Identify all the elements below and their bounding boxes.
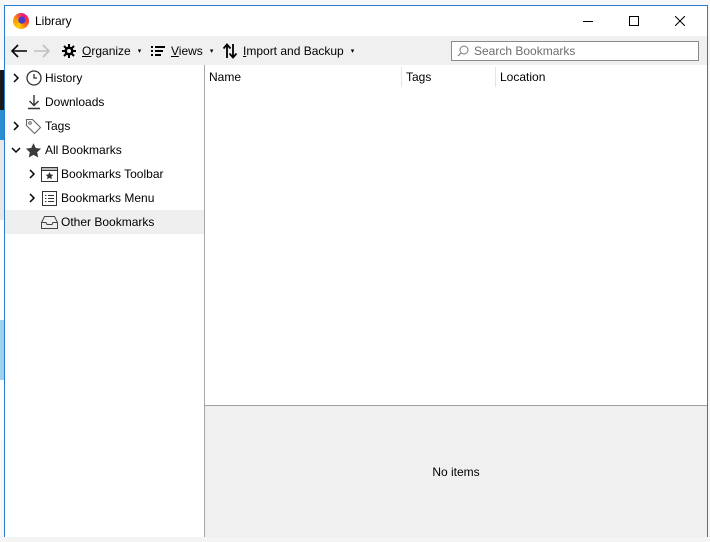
chevron-right-icon[interactable] xyxy=(11,73,21,83)
column-header-tags[interactable]: Tags xyxy=(402,65,495,89)
import-export-icon xyxy=(222,43,238,59)
minimize-button[interactable] xyxy=(565,6,611,36)
sidebar-item-bookmarks-menu[interactable]: Bookmarks Menu xyxy=(5,186,204,210)
bookmarks-content: Name Tags Location No items xyxy=(205,65,707,537)
sidebar-item-label: All Bookmarks xyxy=(45,143,122,157)
background-desktop-bottom xyxy=(0,537,710,542)
chevron-right-icon[interactable] xyxy=(27,169,37,179)
bookmarks-list[interactable] xyxy=(205,89,707,405)
details-pane: No items xyxy=(205,405,707,537)
chevron-down-icon[interactable] xyxy=(11,145,21,155)
download-icon xyxy=(25,94,42,111)
places-sidebar: History Downloads Tags All Bookmarks Boo… xyxy=(5,65,205,537)
bookmarks-menu-icon xyxy=(41,190,58,207)
sidebar-item-label: Tags xyxy=(45,119,71,133)
sidebar-item-label: History xyxy=(45,71,83,85)
sidebar-item-all-bookmarks[interactable]: All Bookmarks xyxy=(5,138,204,162)
star-icon xyxy=(25,142,42,159)
search-icon xyxy=(457,45,469,57)
inbox-icon xyxy=(41,214,58,231)
sidebar-item-other-bookmarks[interactable]: Other Bookmarks xyxy=(5,210,204,234)
search-bookmarks-field[interactable] xyxy=(451,41,699,61)
column-header-label: Name xyxy=(209,70,242,84)
chevron-down-icon: ▾ xyxy=(137,48,142,55)
minimize-icon xyxy=(583,21,593,22)
chevron-down-icon: ▾ xyxy=(350,48,355,55)
empty-state-text: No items xyxy=(432,464,480,479)
firefox-icon xyxy=(13,13,29,29)
sidebar-item-label: Other Bookmarks xyxy=(61,215,155,229)
sidebar-item-bookmarks-toolbar[interactable]: Bookmarks Toolbar xyxy=(5,162,204,186)
chevron-down-icon: ▾ xyxy=(209,48,214,55)
import-backup-label: Import and Backup xyxy=(243,44,344,58)
import-backup-menu-button[interactable]: Import and Backup ▾ xyxy=(222,40,354,62)
arrow-right-icon xyxy=(34,44,51,58)
forward-button[interactable] xyxy=(33,40,51,62)
sidebar-item-downloads[interactable]: Downloads xyxy=(5,90,204,114)
chevron-right-icon[interactable] xyxy=(11,121,21,131)
clock-icon xyxy=(25,70,42,87)
close-button[interactable] xyxy=(657,6,703,36)
window-title: Library xyxy=(35,14,72,28)
column-header-location[interactable]: Location xyxy=(496,65,707,89)
column-header-label: Location xyxy=(500,70,546,84)
tag-icon xyxy=(25,118,42,135)
sidebar-item-label: Bookmarks Menu xyxy=(61,191,155,205)
sidebar-item-history[interactable]: History xyxy=(5,66,204,90)
arrow-left-icon xyxy=(10,44,27,58)
bookmarks-toolbar-icon xyxy=(41,166,58,183)
gear-icon xyxy=(62,44,76,58)
title-bar[interactable]: Library xyxy=(5,6,707,36)
sidebar-item-label: Bookmarks Toolbar xyxy=(61,167,164,181)
list-icon xyxy=(151,46,165,56)
views-label: Views xyxy=(171,44,203,58)
close-icon xyxy=(675,16,685,26)
maximize-button[interactable] xyxy=(611,6,657,36)
column-header-label: Tags xyxy=(406,70,432,84)
sidebar-item-label: Downloads xyxy=(45,95,105,109)
maximize-icon xyxy=(629,16,639,26)
organize-label: Organize xyxy=(82,44,131,58)
views-menu-button[interactable]: Views ▾ xyxy=(150,40,213,62)
back-button[interactable] xyxy=(10,40,28,62)
search-input[interactable] xyxy=(474,44,684,58)
organize-menu-button[interactable]: Organize ▾ xyxy=(61,40,141,62)
chevron-right-icon[interactable] xyxy=(27,193,37,203)
sidebar-item-tags[interactable]: Tags xyxy=(5,114,204,138)
library-window: Library Organize ▾ Views ▾ Import and Ba… xyxy=(4,5,708,537)
column-header-name[interactable]: Name xyxy=(205,65,401,89)
toolbar: Organize ▾ Views ▾ Import and Backup ▾ xyxy=(5,36,707,65)
